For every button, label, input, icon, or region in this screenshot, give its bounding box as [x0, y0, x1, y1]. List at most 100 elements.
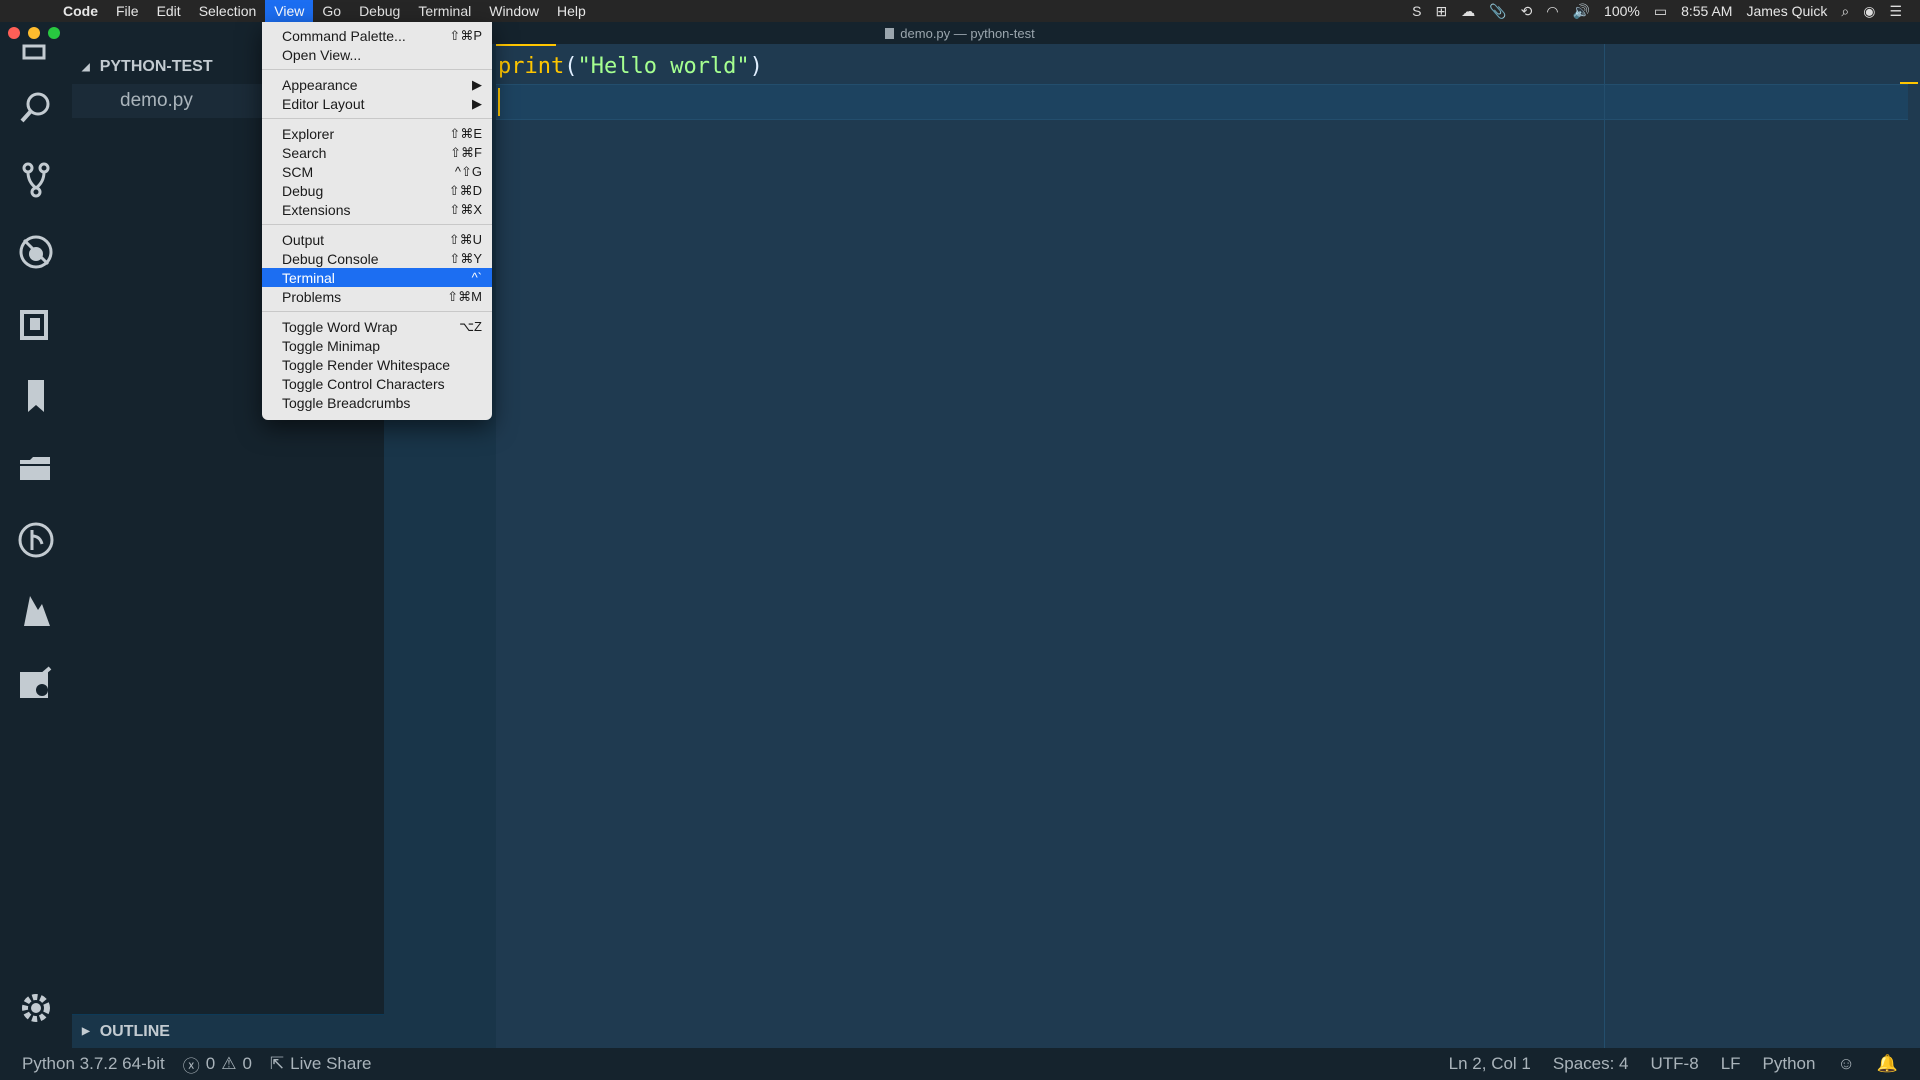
menu-item-label: Open View...	[282, 46, 362, 63]
paperclip-icon[interactable]: 📎	[1489, 3, 1506, 20]
user-name[interactable]: James Quick	[1746, 3, 1827, 19]
minimize-window-button[interactable]	[28, 27, 40, 39]
project-manager-icon[interactable]	[12, 444, 60, 492]
window-title: demo.py — python-test	[900, 25, 1035, 41]
menu-item-extensions[interactable]: Extensions ⇧⌘X	[262, 200, 492, 219]
outline-section[interactable]: ▶ OUTLINE	[72, 1014, 384, 1048]
menu-item-editor-layout[interactable]: Editor Layout ▶	[262, 94, 492, 113]
menu-separator	[262, 311, 492, 312]
menu-selection[interactable]: Selection	[190, 0, 266, 22]
menu-item-debug[interactable]: Debug ⇧⌘D	[262, 181, 492, 200]
menu-file[interactable]: File	[107, 0, 148, 22]
menu-item-terminal[interactable]: Terminal ^`	[262, 268, 492, 287]
menu-item-toggle-breadcrumbs[interactable]: Toggle Breadcrumbs	[262, 393, 492, 412]
menu-item-shortcut: ⇧⌘E	[449, 125, 482, 141]
gear-icon[interactable]	[12, 984, 60, 1032]
zoom-window-button[interactable]	[48, 27, 60, 39]
menu-item-appearance[interactable]: Appearance ▶	[262, 75, 492, 94]
submenu-arrow-icon: ▶	[472, 76, 482, 92]
folder-name: PYTHON-TEST	[99, 58, 213, 75]
indentation[interactable]: Spaces: 4	[1553, 1054, 1629, 1074]
menu-go[interactable]: Go	[313, 0, 350, 22]
source-control-icon[interactable]	[12, 156, 60, 204]
menu-item-toggle-control-characters[interactable]: Toggle Control Characters	[262, 374, 492, 393]
menu-item-shortcut: ⇧⌘M	[447, 288, 482, 304]
menu-item-problems[interactable]: Problems ⇧⌘M	[262, 287, 492, 306]
feedback-icon[interactable]: ☺	[1837, 1054, 1854, 1074]
end-of-line[interactable]: LF	[1721, 1054, 1741, 1074]
extensions-icon[interactable]	[12, 300, 60, 348]
menu-item-search[interactable]: Search ⇧⌘F	[262, 143, 492, 162]
menu-item-toggle-render-whitespace[interactable]: Toggle Render Whitespace	[262, 355, 492, 374]
time-machine-icon[interactable]: ⟲	[1521, 3, 1533, 20]
menu-terminal[interactable]: Terminal	[409, 0, 480, 22]
menu-item-shortcut: ^`	[471, 270, 482, 285]
debug-icon[interactable]	[12, 228, 60, 276]
battery-icon[interactable]: ▭	[1654, 3, 1667, 20]
cursor-position[interactable]: Ln 2, Col 1	[1449, 1054, 1531, 1074]
problems-indicator[interactable]: ⓧ 0 ⚠ 0	[183, 1052, 252, 1077]
search-icon[interactable]	[12, 84, 60, 132]
menu-item-label: SCM	[282, 163, 314, 180]
paren-token: )	[749, 54, 763, 79]
menu-item-shortcut: ⇧⌘X	[449, 201, 482, 217]
menu-item-shortcut: ⇧⌘F	[450, 144, 482, 160]
paren-token: (	[564, 54, 578, 79]
menu-item-command-palette[interactable]: Command Palette... ⇧⌘P	[262, 26, 492, 45]
menu-item-label: Toggle Minimap	[282, 337, 381, 354]
code-editor[interactable]: print("Hello world")	[496, 44, 1920, 1048]
menu-item-label: Search	[282, 144, 327, 161]
siri-icon[interactable]: ◉	[1863, 3, 1875, 20]
firebase-icon[interactable]	[12, 588, 60, 636]
string-token: "Hello world"	[577, 54, 750, 79]
bookmark-icon[interactable]	[12, 372, 60, 420]
remote-explorer-icon[interactable]	[12, 660, 60, 708]
menu-app[interactable]: Code	[54, 0, 107, 22]
current-line-highlight	[496, 84, 1908, 120]
error-count: 0	[205, 1054, 216, 1073]
menu-item-shortcut: ⇧⌘U	[448, 231, 482, 247]
close-window-button[interactable]	[8, 27, 20, 39]
menu-item-label: Output	[282, 231, 325, 248]
bell-icon[interactable]: 🔔	[1877, 1054, 1898, 1074]
menu-item-output[interactable]: Output ⇧⌘U	[262, 230, 492, 249]
volume-icon[interactable]: 🔊	[1573, 3, 1590, 20]
menubar-extras: S ⊞ ☁ 📎 ⟲ ◠ 🔊 100% ▭ 8:55 AM James Quick…	[1412, 3, 1920, 20]
menu-item-toggle-minimap[interactable]: Toggle Minimap	[262, 336, 492, 355]
code-line[interactable]: print("Hello world")	[498, 50, 763, 84]
chevron-right-icon: ▶	[82, 1026, 90, 1037]
menu-edit[interactable]: Edit	[148, 0, 190, 22]
menu-item-open-view[interactable]: Open View...	[262, 45, 492, 64]
encoding[interactable]: UTF-8	[1651, 1054, 1699, 1074]
cloud-icon[interactable]: ☁	[1461, 3, 1475, 20]
spotlight-search-icon[interactable]: ⌕	[1841, 3, 1849, 20]
menu-help[interactable]: Help	[548, 0, 595, 22]
menu-item-shortcut: ⇧⌘Y	[449, 250, 482, 266]
menu-debug[interactable]: Debug	[350, 0, 409, 22]
menu-item-scm[interactable]: SCM ^⇧G	[262, 162, 492, 181]
menu-item-shortcut: ⌥Z	[459, 318, 482, 334]
language-mode[interactable]: Python	[1763, 1054, 1816, 1074]
collapse-icon: ◢	[82, 61, 90, 73]
document-icon	[885, 27, 895, 39]
submenu-arrow-icon: ▶	[472, 95, 482, 111]
warning-icon: ⚠	[221, 1054, 237, 1073]
python-interpreter[interactable]: Python 3.7.2 64-bit	[22, 1054, 165, 1074]
sync-icon[interactable]: S	[1412, 3, 1421, 19]
notification-center-icon[interactable]: ☰	[1889, 3, 1902, 20]
window-manager-icon[interactable]: ⊞	[1435, 3, 1447, 20]
macos-menubar: Code File Edit Selection View Go Debug T…	[0, 0, 1920, 22]
menu-item-label: Toggle Word Wrap	[282, 318, 398, 335]
clock[interactable]: 8:55 AM	[1681, 3, 1732, 19]
menu-item-toggle-word-wrap[interactable]: Toggle Word Wrap ⌥Z	[262, 317, 492, 336]
folder-header[interactable]: ◢ PYTHON-TEST	[82, 56, 213, 78]
menu-item-explorer[interactable]: Explorer ⇧⌘E	[262, 124, 492, 143]
live-share-button[interactable]: ⇱ Live Share	[270, 1054, 372, 1074]
wifi-icon[interactable]: ◠	[1546, 3, 1558, 20]
menu-item-label: Editor Layout	[282, 95, 365, 112]
menu-item-label: Explorer	[282, 125, 335, 142]
menu-item-debug-console[interactable]: Debug Console ⇧⌘Y	[262, 249, 492, 268]
git-graph-icon[interactable]	[12, 516, 60, 564]
menu-window[interactable]: Window	[480, 0, 548, 22]
menu-view[interactable]: View	[265, 0, 314, 22]
